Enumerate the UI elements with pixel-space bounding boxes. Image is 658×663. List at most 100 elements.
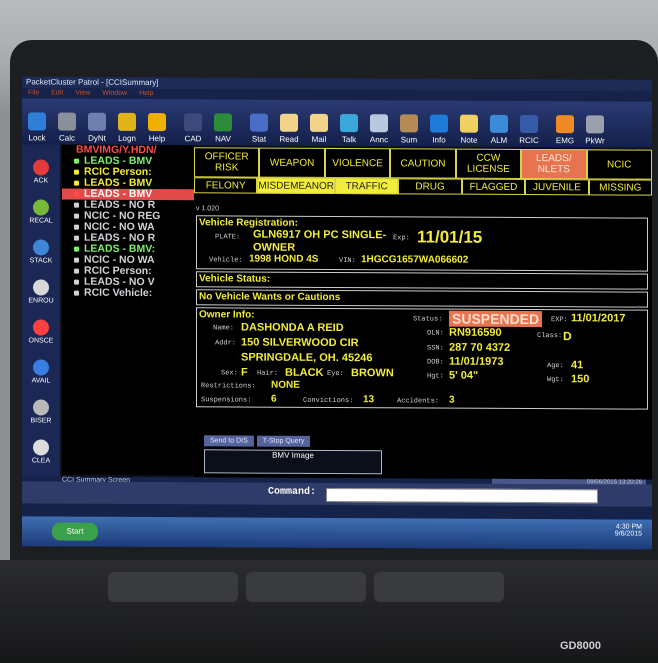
toolbar-button-label: Logn (118, 133, 136, 143)
category-juvenile[interactable]: JUVENILE (525, 178, 589, 196)
toolbar-button-note[interactable]: Note (454, 101, 484, 147)
reg-exp-label: Exp: (393, 234, 410, 243)
category-caution[interactable]: CAUTION (390, 148, 456, 179)
license-status-badge: SUSPENDED (449, 310, 543, 328)
category-misdemeanor[interactable]: MISDEMEANOR (257, 177, 335, 194)
category-missing[interactable]: MISSING (588, 179, 652, 196)
tree-bullet-icon (74, 213, 79, 219)
toolbar-button-label: Mail (311, 134, 327, 144)
toolbar-button-cad[interactable]: CAD (178, 99, 208, 145)
toolbar-button-rcic[interactable]: RCIC (514, 101, 544, 147)
toolbar-button-pkwr[interactable]: PkWr (580, 101, 610, 147)
accidents-label: Accidents: (397, 397, 440, 406)
category-leads-nlets[interactable]: LEADS/ NLETS (521, 148, 587, 180)
toolbar-button-label: Stat (251, 134, 267, 144)
status-button-biser[interactable]: BISER (22, 384, 60, 425)
start-button[interactable]: Start (52, 522, 98, 541)
toolbar-button-info[interactable]: Info (424, 100, 454, 146)
toolbar-button-talk[interactable]: Talk (334, 100, 364, 146)
tab-send-to-dis[interactable]: Send to DIS (204, 435, 254, 447)
status-button-label: ENROU (28, 297, 54, 305)
tab-t-stop-query[interactable]: T-Stop Query (256, 435, 311, 447)
menu-edit[interactable]: Edit (51, 90, 63, 97)
hinge-left (108, 572, 238, 602)
status-button-enrou[interactable]: ENROU (22, 264, 60, 305)
category-traffic[interactable]: TRAFFIC (334, 177, 399, 195)
tree-bullet-icon (74, 202, 79, 208)
talk-icon (340, 114, 358, 133)
category-felony[interactable]: FELONY (194, 177, 258, 194)
toolbar-button-label: Lock (28, 133, 46, 143)
wgt-label: Wgt: (547, 376, 564, 385)
tree-bullet-icon (74, 268, 79, 274)
tree-bullet-icon (74, 158, 79, 164)
reg-exp-value: 11/01/15 (417, 227, 483, 247)
status-button-avail[interactable]: AVAIL (22, 344, 60, 384)
menu-file[interactable]: File (28, 89, 39, 96)
vehicle-registration-box: Vehicle Registration: PLATE: GLN6917 OH … (196, 215, 648, 272)
category-drug[interactable]: DRUG (398, 178, 462, 195)
vehicle-wants-box: No Vehicle Wants or Cautions (196, 289, 648, 308)
convictions-value: 13 (363, 394, 375, 406)
status-icon (33, 319, 49, 336)
officer-icon (250, 113, 268, 132)
tree-bullet-icon (74, 235, 79, 241)
tree-bullet-icon (74, 191, 79, 197)
dob-label: DOB: (427, 358, 444, 367)
tree-bullet-icon (74, 257, 79, 263)
tree-bullet-icon (74, 290, 79, 296)
menu-view[interactable]: View (75, 90, 90, 97)
toolbar-button-alm[interactable]: ALM (484, 101, 514, 147)
hgt-label: Hgt: (427, 372, 444, 381)
navigation-icon (214, 113, 232, 132)
command-input[interactable] (326, 487, 598, 504)
menu-window[interactable]: Window (102, 90, 127, 97)
toolbar-button-nav[interactable]: NAV (208, 99, 238, 145)
toolbar-button-sum[interactable]: Sum (394, 100, 424, 146)
restrictions-value: NONE (271, 379, 300, 391)
category-weapon[interactable]: WEAPON (259, 147, 325, 178)
tree-item[interactable]: RCIC Vehicle: (62, 287, 194, 300)
summary-icon (400, 114, 418, 133)
toolbar-button-label: Talk (341, 135, 357, 145)
bmv-image-box[interactable]: BMV Image (204, 449, 382, 475)
category-violence[interactable]: VIOLENCE (324, 147, 391, 179)
status-button-stack[interactable]: STACK (22, 224, 60, 265)
toolbar-button-dynt[interactable]: DyNt (82, 99, 112, 145)
toolbar-button-annc[interactable]: Annc (364, 100, 394, 146)
status-button-onsce[interactable]: ONSCE (22, 304, 60, 345)
wgt-value: 150 (571, 373, 590, 386)
category-officer-risk[interactable]: OFFICER RISK (194, 147, 260, 178)
category-flagged[interactable]: FLAGGED (461, 178, 526, 195)
toolbar-button-stat[interactable]: Stat (244, 100, 274, 146)
toolbar-button-read[interactable]: Read (274, 100, 304, 146)
tree-bullet-icon (74, 169, 79, 175)
hinge-right (374, 572, 504, 602)
suspensions-value: 6 (271, 393, 277, 405)
toolbar-button-mail[interactable]: Mail (304, 100, 334, 146)
toolbar-button-emg[interactable]: EMG (550, 101, 580, 147)
hgt-value: 5' 04" (449, 369, 479, 382)
class-value: D (563, 329, 572, 344)
status-button-recal[interactable]: RECAL (22, 184, 60, 225)
info-icon (430, 114, 448, 133)
toolbar-button-help[interactable]: Help (142, 99, 172, 145)
person-icon (118, 112, 136, 131)
toolbar-button-label: CAD (184, 134, 202, 144)
vehicle-status-box: Vehicle Status: (196, 271, 648, 290)
toolbar-button-logn[interactable]: Logn (112, 99, 142, 145)
bmv-image-label: BMV Image (272, 450, 314, 460)
category-ccw-license[interactable]: CCW LICENSE (455, 148, 522, 179)
vin-label: VIN: (339, 257, 356, 266)
packet-writer-icon (586, 115, 604, 134)
category-ncic[interactable]: NCIC (586, 149, 652, 180)
mail-edit-icon (310, 113, 328, 132)
status-button-clea[interactable]: CLEA (22, 424, 60, 464)
taskbar (22, 516, 652, 550)
announce-icon (370, 114, 388, 133)
toolbar-button-lock[interactable]: Lock (22, 98, 52, 144)
status-button-ack[interactable]: ACK (22, 144, 60, 184)
toolbar-button-calc[interactable]: Calc (52, 99, 82, 145)
eye-value: BROWN (351, 367, 394, 380)
menu-help[interactable]: Help (139, 90, 153, 97)
